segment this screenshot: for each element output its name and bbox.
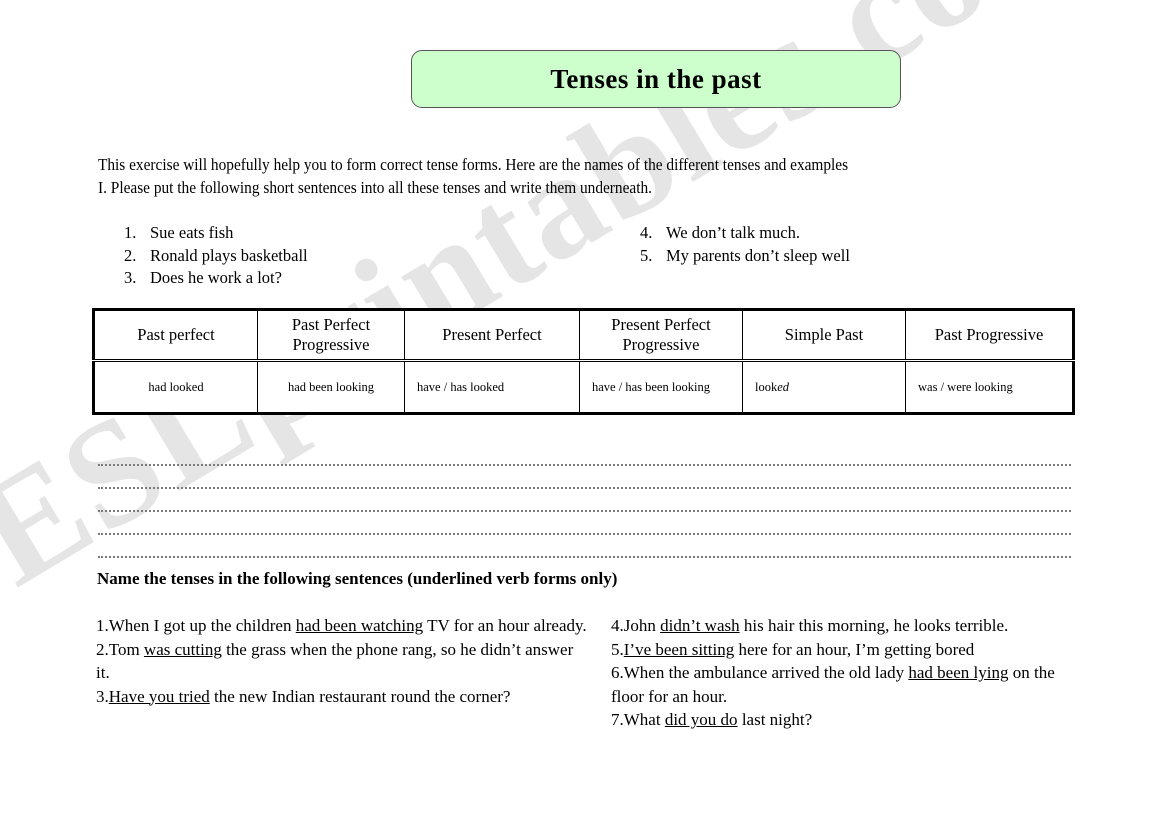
list-item: 3. Does he work a lot?: [124, 267, 308, 290]
table-header-cell: Past Perfect Progressive: [257, 308, 405, 362]
exercise-item-underlined: had been watching: [295, 616, 424, 635]
exercise-item-pre: What: [623, 710, 665, 729]
exercise-item-number: 1.: [96, 616, 109, 635]
table-header-cell: Past perfect: [92, 308, 258, 362]
list-item-number: 1.: [124, 223, 137, 242]
list-item: 2. Ronald plays basketball: [124, 245, 308, 268]
simple-past-stem: look: [755, 380, 778, 394]
table-cell-text: have / has looked: [417, 380, 505, 394]
table-cell-example: have / has been looking: [579, 360, 743, 415]
exercise-item-number: 2.: [96, 639, 109, 659]
list-item-text: Does he work a lot?: [150, 268, 282, 287]
list-item-text: Ronald plays basketball: [150, 245, 308, 265]
table-cell-example: have / has looked: [404, 360, 580, 415]
exercise-item-number: 3.: [96, 686, 109, 706]
sentence-list-right: 4. We don’t talk much. 5. My parents don’t…: [640, 222, 850, 267]
list-item-number: 2.: [124, 245, 137, 265]
table-header-row: Past perfect Past Perfect Progressive Pr…: [92, 308, 1075, 362]
table-header-cell: Present Perfect: [404, 308, 580, 362]
table-cell-example: looked: [742, 360, 906, 415]
exercise-column-right: 4.John didn’t wash his hair this morning…: [611, 614, 1073, 732]
table-cell-text: have / has been looking: [592, 380, 711, 394]
writing-lines: [98, 443, 1071, 558]
table-cell-example: had looked: [92, 360, 258, 415]
exercise-item-pre: When I got up the children: [108, 616, 296, 635]
table-header-cell: Past Progressive: [905, 308, 1075, 362]
tense-table: Past perfect Past Perfect Progressive Pr…: [92, 308, 1075, 415]
list-item-number: 5.: [640, 245, 653, 265]
list-item-text: Sue eats fish: [150, 223, 234, 242]
intro-line-1: This exercise will hopefully help you to…: [98, 155, 849, 174]
exercise-item-pre: When the ambulance arrived the old lady: [623, 663, 909, 682]
section-heading: Name the tenses in the following sentenc…: [97, 569, 618, 588]
exercise-item-post: his hair this morning, he looks terrible…: [739, 616, 1009, 635]
list-item-number: 3.: [124, 268, 137, 287]
exercise-column-left: 1.When I got up the children had been wa…: [96, 614, 588, 708]
exercise-item-underlined: had been lying: [908, 663, 1009, 682]
exercise-item: 3.Have you tried the new Indian restaura…: [96, 685, 588, 709]
exercise-item-underlined: did you do: [664, 710, 738, 729]
exercise-item-number: 4.: [611, 616, 624, 635]
table-cell-text: was / were looking: [918, 380, 1013, 394]
exercise-item: 6.When the ambulance arrived the old lad…: [611, 661, 1073, 708]
writing-line[interactable]: [98, 512, 1071, 535]
sentence-list-left: 1. Sue eats fish 2. Ronald plays basketbal…: [124, 222, 308, 290]
list-item: 1. Sue eats fish: [124, 222, 308, 245]
exercise-item: 1.When I got up the children had been wa…: [96, 614, 588, 638]
writing-line[interactable]: [98, 443, 1071, 466]
list-item: 4. We don’t talk much.: [640, 222, 850, 245]
simple-past-suffix: ed: [777, 380, 790, 394]
writing-line[interactable]: [98, 489, 1071, 512]
intro-line-2: I. Please put the following short senten…: [98, 178, 652, 197]
table-example-row: had looked had been looking have / has l…: [92, 360, 1075, 415]
list-item-text: We don’t talk much.: [666, 223, 801, 242]
worksheet-title-box: Tenses in the past: [411, 50, 901, 108]
table-cell-text: had been looking: [287, 380, 375, 394]
table-cell-text: looked: [743, 379, 905, 395]
table-header-cell: Present Perfect Progressive: [579, 308, 743, 362]
exercise-item-post: TV for an hour already.: [423, 616, 587, 635]
list-item: 5. My parents don’t sleep well: [640, 245, 850, 268]
page-title: Tenses in the past: [550, 63, 762, 94]
table-cell-example: was / were looking: [905, 360, 1075, 415]
exercise-item: 2.Tom was cutting the grass when the pho…: [96, 638, 588, 685]
list-item-number: 4.: [640, 223, 653, 242]
table-cell-text: had looked: [148, 380, 204, 394]
exercise-item-pre: Tom: [108, 639, 144, 659]
exercise-item-post: last night?: [737, 710, 813, 729]
table-cell-example: had been looking: [257, 360, 405, 415]
exercise-item-number: 5.: [611, 639, 624, 659]
exercise-item: 4.John didn’t wash his hair this morning…: [611, 614, 1073, 638]
exercise-item-number: 7.: [611, 710, 624, 729]
exercise-item-underlined: Have you tried: [108, 686, 210, 706]
exercise-item-underlined: didn’t wash: [660, 616, 740, 635]
exercise-item-number: 6.: [611, 663, 624, 682]
exercise-item-underlined: I’ve been sitting: [623, 639, 735, 659]
exercise-item-pre: John: [623, 616, 661, 635]
writing-line[interactable]: [98, 535, 1071, 558]
list-item-text: My parents don’t sleep well: [666, 245, 850, 265]
exercise-item-underlined: was cutting: [143, 639, 222, 659]
exercise-item: 7.What did you do last night?: [611, 708, 1073, 732]
exercise-item-post: here for an hour, I’m getting bored: [734, 639, 975, 659]
exercise-item-post: the new Indian restaurant round the corn…: [209, 686, 511, 706]
table-header-cell: Simple Past: [742, 308, 906, 362]
worksheet-page: ESLprintables.com Tenses in the past Thi…: [0, 0, 1169, 821]
writing-line[interactable]: [98, 466, 1071, 489]
exercise-item: 5.I’ve been sitting here for an hour, I’…: [611, 638, 1073, 662]
